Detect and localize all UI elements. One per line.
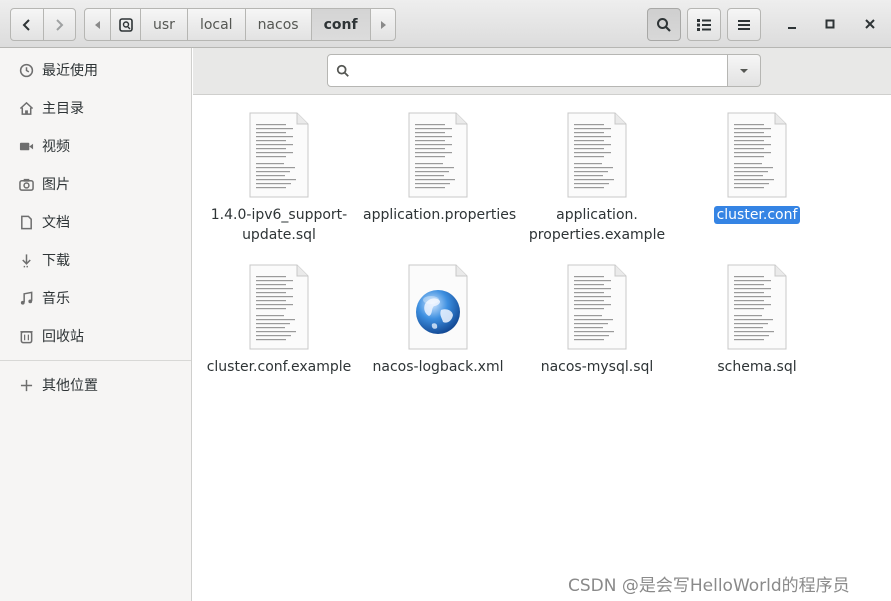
sidebar-separator bbox=[0, 360, 191, 361]
sidebar-item-label: 下载 bbox=[42, 253, 70, 269]
path-segment-local[interactable]: local bbox=[186, 9, 245, 40]
file-item[interactable]: application. properties.example bbox=[517, 98, 677, 245]
text-file-icon bbox=[727, 112, 787, 198]
text-file-icon bbox=[249, 112, 309, 198]
forward-arrow-icon bbox=[56, 18, 64, 31]
search-icon bbox=[336, 64, 349, 77]
document-icon bbox=[18, 214, 34, 230]
text-file-icon bbox=[249, 264, 309, 350]
file-item[interactable]: schema.sql bbox=[677, 250, 837, 377]
path-root-button[interactable] bbox=[110, 9, 140, 40]
file-item-selected[interactable]: cluster.conf bbox=[677, 98, 837, 225]
sidebar-item-recent[interactable]: 最近使用 bbox=[0, 51, 191, 89]
path-scroll-left-button[interactable] bbox=[85, 9, 110, 40]
search-bar bbox=[193, 48, 891, 95]
navigation-buttons bbox=[10, 8, 76, 41]
text-file-icon bbox=[727, 264, 787, 350]
watermark-text: CSDN @是会写HelloWorld的程序员 bbox=[568, 576, 850, 596]
trash-icon bbox=[18, 328, 34, 344]
file-item[interactable]: nacos-mysql.sql bbox=[517, 250, 677, 377]
file-name: cluster.conf bbox=[713, 205, 801, 225]
path-bar: usr local nacos conf bbox=[84, 8, 396, 41]
sidebar-item-label: 其他位置 bbox=[42, 378, 98, 394]
list-view-icon bbox=[697, 18, 711, 31]
home-icon bbox=[18, 100, 34, 116]
search-input[interactable] bbox=[356, 62, 727, 79]
maximize-button[interactable] bbox=[820, 14, 840, 34]
minimize-button[interactable] bbox=[782, 14, 802, 34]
sidebar-item-home[interactable]: 主目录 bbox=[0, 89, 191, 127]
file-name: cluster.conf.example bbox=[206, 359, 352, 375]
search-field[interactable] bbox=[327, 54, 728, 87]
sidebar-item-videos[interactable]: 视频 bbox=[0, 127, 191, 165]
path-scroll-right-button[interactable] bbox=[369, 9, 395, 40]
clock-icon bbox=[18, 62, 34, 78]
search-icon bbox=[657, 17, 671, 32]
view-mode-button[interactable] bbox=[687, 8, 721, 41]
sidebar-item-label: 文档 bbox=[42, 215, 70, 231]
sidebar-item-label: 主目录 bbox=[42, 101, 84, 117]
header-bar: usr local nacos conf bbox=[0, 0, 891, 48]
sidebar-item-other-locations[interactable]: 其他位置 bbox=[0, 366, 191, 404]
music-icon bbox=[18, 290, 34, 306]
menu-button[interactable] bbox=[727, 8, 761, 41]
sidebar-item-label: 视频 bbox=[42, 139, 70, 155]
triangle-right-icon bbox=[380, 20, 386, 29]
file-name-line: update.sql bbox=[242, 227, 316, 243]
file-item[interactable]: cluster.conf.example bbox=[199, 250, 359, 377]
hamburger-menu-icon bbox=[738, 19, 750, 30]
sidebar-item-pictures[interactable]: 图片 bbox=[0, 165, 191, 203]
file-name: application. properties.example bbox=[529, 205, 665, 245]
close-icon bbox=[865, 19, 875, 29]
file-item[interactable]: 1.4.0-ipv6_support- update.sql bbox=[199, 98, 359, 245]
file-item[interactable]: application.properties bbox=[358, 98, 518, 225]
xml-globe-file-icon bbox=[408, 264, 468, 350]
file-name: nacos-mysql.sql bbox=[540, 359, 654, 375]
plus-icon bbox=[18, 377, 34, 393]
file-item[interactable]: nacos-logback.xml bbox=[358, 250, 518, 377]
back-arrow-icon bbox=[22, 18, 30, 31]
path-segment-conf[interactable]: conf bbox=[310, 9, 370, 40]
file-name-line: properties.example bbox=[528, 227, 666, 243]
sidebar-item-label: 图片 bbox=[42, 177, 70, 193]
file-name: application.properties bbox=[363, 207, 517, 223]
video-icon bbox=[18, 138, 34, 154]
file-name: 1.4.0-ipv6_support- update.sql bbox=[211, 205, 347, 245]
sidebar-item-label: 最近使用 bbox=[42, 63, 98, 79]
sidebar: 最近使用 主目录 视频 图片 文档 下载 音乐 回收站 其他位置 bbox=[0, 48, 192, 601]
file-name-line: application. bbox=[556, 207, 638, 223]
sidebar-item-downloads[interactable]: 下载 bbox=[0, 241, 191, 279]
selected-file-name: cluster.conf bbox=[713, 206, 801, 224]
maximize-icon bbox=[825, 19, 835, 29]
sidebar-item-label: 回收站 bbox=[42, 329, 84, 345]
text-file-icon bbox=[567, 264, 627, 350]
file-view: 1.4.0-ipv6_support- update.sql applicati… bbox=[193, 96, 891, 601]
sidebar-item-label: 音乐 bbox=[42, 291, 70, 307]
sidebar-item-trash[interactable]: 回收站 bbox=[0, 317, 191, 355]
download-icon bbox=[18, 252, 34, 268]
camera-icon bbox=[18, 176, 34, 192]
sidebar-item-documents[interactable]: 文档 bbox=[0, 203, 191, 241]
file-name: schema.sql bbox=[717, 359, 797, 375]
drive-root-icon bbox=[118, 17, 133, 32]
file-name: nacos-logback.xml bbox=[372, 359, 504, 375]
sidebar-item-music[interactable]: 音乐 bbox=[0, 279, 191, 317]
back-button[interactable] bbox=[11, 9, 43, 40]
forward-button[interactable] bbox=[42, 9, 76, 40]
triangle-left-icon bbox=[94, 20, 100, 29]
path-segment-usr[interactable]: usr bbox=[140, 9, 187, 40]
path-segment-nacos[interactable]: nacos bbox=[244, 9, 311, 40]
close-button[interactable] bbox=[860, 14, 880, 34]
text-file-icon bbox=[567, 112, 627, 198]
search-toggle-button[interactable] bbox=[647, 8, 681, 41]
text-file-icon bbox=[408, 112, 468, 198]
chevron-down-icon bbox=[740, 68, 748, 73]
file-name-line: 1.4.0-ipv6_support- bbox=[210, 207, 348, 223]
search-options-dropdown[interactable] bbox=[728, 54, 761, 87]
minimize-icon bbox=[788, 27, 796, 29]
